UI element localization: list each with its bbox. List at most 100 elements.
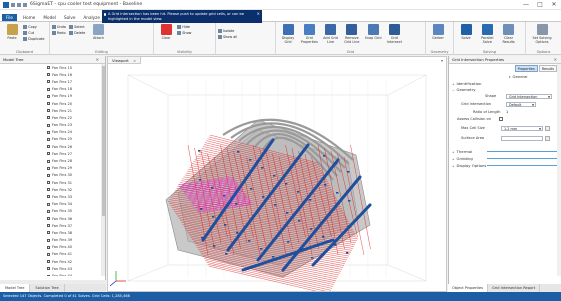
parallel-solve-button[interactable]: Parallel Solve [477,24,497,44]
clear-results-button[interactable]: Clear Results [499,24,519,44]
tree-item[interactable]: Fan Fins 31 [0,179,102,186]
pin-icon[interactable]: ✕ [96,56,99,64]
add-grid-line-button[interactable]: Add Grid Line [321,24,341,44]
select-button[interactable]: Select [69,24,85,29]
properties-scrollbar[interactable] [557,64,561,276]
tree-item[interactable]: Fan Fins 22 [0,114,102,121]
tree-item[interactable]: Fan Fins 21 [0,107,102,114]
save-icon[interactable] [11,2,15,7]
tree-item[interactable]: Fan Fins 19 [0,93,102,100]
model-scene[interactable] [108,65,446,291]
notice-close-icon[interactable]: × [257,11,260,16]
tab-object-properties[interactable]: Object Properties [448,284,489,292]
delete-button[interactable]: Delete [69,30,85,35]
tree-item[interactable]: Fan Fins 18 [0,86,102,93]
show-button[interactable]: Show [177,30,191,35]
tree-item[interactable]: Fan Fins 29 [0,165,102,172]
tree-item[interactable]: Fan Fins 25 [0,136,102,143]
subtab-results[interactable]: Results [538,65,557,72]
tree-item[interactable]: Fan Fins 20 [0,100,102,107]
grid-properties-button[interactable]: Grid Properties [299,24,319,44]
tree-item[interactable]: Fan Fins 35 [0,208,102,215]
unit-button[interactable] [545,125,550,131]
minimize-button[interactable]: — [519,0,533,10]
isolate-button[interactable]: Isolate [218,28,237,33]
tree-item[interactable]: Fan Fins 43 [0,265,102,272]
surface-area-input[interactable] [501,135,543,141]
unit-button[interactable] [545,135,550,141]
undo-button[interactable]: Undo [52,24,66,29]
tree-item[interactable]: Fan Fins 40 [0,244,102,251]
collapse-icon: + [452,163,455,168]
section-geometry[interactable]: − Geometry [452,87,475,92]
section-gridding[interactable]: + Gridding [452,156,557,161]
tree-item[interactable]: Fan Fins 38 [0,229,102,236]
tree-item[interactable]: Fan Fins 44 [0,272,102,276]
undo-icon[interactable] [17,2,21,7]
viewport-3d[interactable]: Viewport × ▾ [107,56,447,292]
redo-button[interactable]: Redo [52,30,66,35]
tree-item[interactable]: Fan Fins 39 [0,237,102,244]
duplicate-button[interactable]: Duplicate [23,36,44,41]
display-grid-button[interactable]: Display Grid [278,24,298,44]
grid-intersection-marker [235,203,238,205]
section-identification[interactable]: + Identification [452,81,481,86]
copy-button[interactable]: Copy [23,24,44,29]
attach-icon [93,24,105,35]
section-thermal[interactable]: + Thermal [452,149,557,154]
grid-intersection-select[interactable]: Default ▼ [506,101,536,107]
tree-item[interactable]: Fan Fins 41 [0,251,102,258]
tree-item[interactable]: Fan Fins 17 [0,78,102,85]
tab-file[interactable]: File [2,14,18,21]
tree-vertical-scrollbar[interactable] [101,64,105,276]
gerber-button[interactable]: Gerber [428,24,448,40]
tree-item[interactable]: Fan Fins 24 [0,129,102,136]
viewport-pin-icon[interactable]: ▾ [441,58,443,63]
viewport-tab[interactable]: Viewport × [108,57,142,64]
tree-item[interactable]: Fan Fins 42 [0,258,102,265]
clear-button[interactable]: Clear [156,24,176,40]
tree-item[interactable]: Fan Fins 33 [0,193,102,200]
remove-grid-line-button[interactable]: Remove Grid Line [342,24,362,44]
tab-analyze[interactable]: Analyze [79,14,104,21]
ratio-value[interactable]: 1 [506,110,508,114]
scroll-thumb[interactable] [101,66,105,216]
subtab-properties[interactable]: Properties [514,65,538,72]
snap-grid-button[interactable]: Snap Grid [363,24,383,40]
tree-item[interactable]: Fan Fins 16 [0,71,102,78]
tree-item[interactable]: Fan Fins 23 [0,122,102,129]
section-general[interactable]: ▾ General [509,74,527,79]
tree-item[interactable]: Fan Fins 32 [0,186,102,193]
tab-model[interactable]: Model [39,14,60,21]
assess-collision-checkbox[interactable] [499,117,503,121]
tree-item[interactable]: Fan Fins 30 [0,172,102,179]
max-cell-size-input[interactable]: 1.2 mm ▼ [501,125,543,131]
tab-grid-intersection-report[interactable]: Grid Intersection Report [488,284,541,292]
close-icon[interactable]: × [133,58,136,63]
set-solving-options-button[interactable]: Set Solving Options [528,24,556,44]
shape-select[interactable]: Grid Intersection ▼ [506,93,552,99]
tab-model-tree[interactable]: Model Tree [0,284,31,292]
redo-icon[interactable] [23,2,27,7]
tab-solution-tree[interactable]: Solution Tree [30,284,65,292]
section-display-options[interactable]: + Display Options [452,163,557,168]
tree-item[interactable]: Fan Fins 15 [0,64,102,71]
tree-item[interactable]: Fan Fins 27 [0,150,102,157]
tab-solve[interactable]: Solve [60,14,79,21]
hide-button[interactable]: Hide [177,24,191,29]
tab-home[interactable]: Home [19,14,39,21]
attach-button[interactable]: Attach [89,24,109,40]
paste-button[interactable]: Paste [2,24,22,40]
cut-button[interactable]: Cut [23,30,44,35]
tree-item[interactable]: Fan Fins 34 [0,201,102,208]
grid-intersect-button[interactable]: Grid Intersect [384,24,404,44]
tree-item[interactable]: Fan Fins 26 [0,143,102,150]
tree-item[interactable]: Fan Fins 37 [0,222,102,229]
close-button[interactable]: ✕ [547,0,561,10]
tree-item[interactable]: Fan Fins 28 [0,157,102,164]
maximize-button[interactable]: □ [533,0,547,10]
pin-icon[interactable]: ✕ [554,56,557,64]
tree-item[interactable]: Fan Fins 36 [0,215,102,222]
solve-button[interactable]: Solve [456,24,476,40]
show-all-button[interactable]: Show all [218,34,237,39]
